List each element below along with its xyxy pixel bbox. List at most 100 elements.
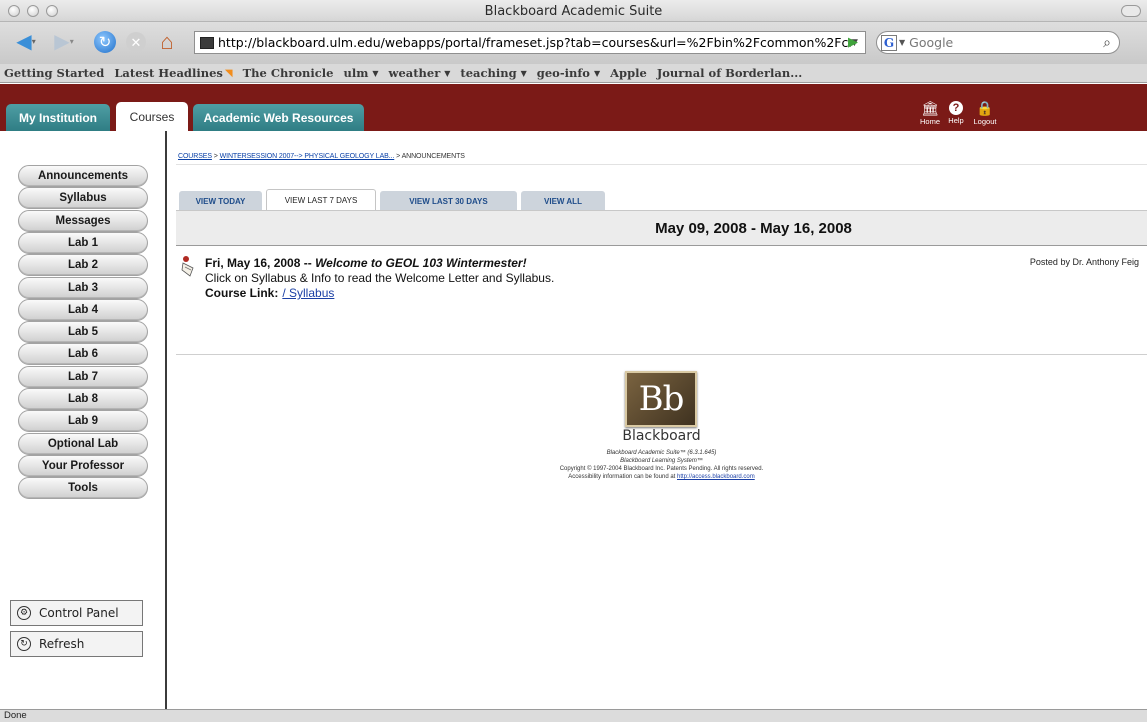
announcement-course-link-row: Course Link: / Syllabus [205, 286, 334, 300]
bookmark-item[interactable]: Apple [610, 66, 647, 80]
bookmark-menu-arrow-icon: ▼ [593, 68, 601, 78]
breadcrumb-course-link[interactable]: WINTERSESSION 2007--> PHYSICAL GEOLOGY L… [220, 153, 395, 160]
bookmark-item[interactable]: Latest Headlines ◥ [114, 66, 232, 80]
bookmark-label: geo-info [536, 66, 590, 80]
footer-accessibility: Accessibility information can be found a… [0, 473, 1147, 481]
bookmark-menu-arrow-icon: ▼ [520, 68, 527, 78]
footer-learning-system: Blackboard Learning System™ [620, 458, 703, 464]
breadcrumb-separator: > [211, 153, 220, 160]
institution-home-icon: 🏛 [921, 100, 939, 116]
home-icon: ⌂ [160, 29, 174, 54]
search-icon[interactable]: ⌕ [1103, 35, 1111, 51]
control-panel-icon: ⚙ [17, 606, 31, 620]
bookmark-menu-arrow-icon: ▼ [444, 68, 451, 78]
reload-button[interactable]: ↻ [92, 30, 118, 54]
sidebar-item-lab-3[interactable]: Lab 3 [18, 277, 148, 299]
sidebar-item-syllabus[interactable]: Syllabus [18, 187, 148, 209]
refresh-button[interactable]: ↻ Refresh [10, 631, 143, 657]
bookmark-item[interactable]: The Chronicle [243, 66, 334, 80]
home-button[interactable]: ⌂ [154, 30, 180, 54]
tab-courses[interactable]: Courses [116, 102, 188, 131]
search-box[interactable]: G ▼ Google ⌕ [876, 31, 1120, 54]
forward-dropdown-icon[interactable]: ▾ [70, 38, 74, 46]
breadcrumb-separator: > [394, 153, 402, 160]
site-favicon-icon [200, 36, 214, 49]
bookmark-label: Journal of Borderlan... [656, 66, 803, 80]
go-button[interactable]: ▶ [848, 34, 864, 50]
bookmark-item[interactable]: ulm ▼ [343, 66, 378, 80]
bookmark-item[interactable]: Getting Started [4, 66, 104, 80]
footer-product-version: Blackboard Academic Suite™ (6.3.1.645) [606, 450, 717, 456]
back-arrow-icon: ◀ [16, 31, 32, 53]
bookmark-item[interactable]: Journal of Borderlan... [657, 66, 802, 80]
header-home-link[interactable]: 🏛 Home [916, 100, 944, 126]
breadcrumb-divider [176, 164, 1147, 165]
blackboard-logo: Bb [625, 371, 697, 427]
blackboard-wordmark: Blackboard [622, 428, 701, 444]
status-bar: Done [0, 709, 1147, 722]
sidebar-item-messages[interactable]: Messages [18, 210, 148, 232]
announcement-subject: Welcome to GEOL 103 Wintermester! [315, 256, 527, 270]
breadcrumb-courses-link[interactable]: COURSES [178, 153, 212, 160]
course-menu-sidebar: Tools Your Professor Optional Lab Lab 9 Lab … [0, 131, 167, 709]
accessibility-text: Accessibility information can be found a… [568, 474, 677, 480]
control-panel-button[interactable]: ⚙ Control Panel [10, 600, 143, 626]
sidebar-item-lab-2[interactable]: Lab 2 [18, 254, 148, 276]
back-button[interactable]: ◀ ▾ [8, 30, 44, 54]
sidebar-item-lab-7[interactable]: Lab 7 [18, 366, 148, 388]
date-range-header: May 09, 2008 - May 16, 2008 [176, 211, 1147, 246]
bookmark-label: weather [388, 66, 441, 80]
footer-copyright: Copyright © 1997-2004 Blackboard Inc. Pa… [559, 466, 764, 472]
help-icon: ? [949, 101, 963, 115]
sidebar-item-lab-1[interactable]: Lab 1 [18, 232, 148, 254]
date-range-text: May 09, 2008 - May 16, 2008 [655, 219, 852, 237]
refresh-label: Refresh [39, 637, 85, 651]
course-link-label: Course Link: [205, 286, 279, 300]
tab-academic-web-resources[interactable]: Academic Web Resources [193, 104, 364, 131]
posted-by: Posted by Dr. Anthony Feig [1029, 257, 1139, 267]
bookmark-item[interactable]: geo-info ▼ [537, 66, 600, 80]
accessibility-link[interactable]: http://access.blackboard.com [677, 474, 755, 480]
announcement-heading: Fri, May 16, 2008 -- Welcome to GEOL 103… [205, 256, 527, 270]
home-label: Home [919, 117, 940, 126]
bookmark-label: Latest Headlines [114, 66, 223, 80]
tab-view-last-7-days[interactable]: VIEW LAST 7 DAYS [266, 189, 376, 211]
sidebar-item-lab-4[interactable]: Lab 4 [18, 299, 148, 321]
url-text[interactable]: http://blackboard.ulm.edu/webapps/portal… [218, 35, 851, 50]
bookmark-menu-arrow-icon: ▼ [372, 68, 379, 78]
bookmark-item[interactable]: weather ▼ [389, 66, 451, 80]
google-engine-icon[interactable]: G [881, 34, 897, 51]
bookmark-item[interactable]: teaching ▼ [460, 66, 526, 80]
padlock-icon: 🔒 [976, 100, 994, 116]
window-title: Blackboard Academic Suite [484, 4, 663, 19]
announcement-date: Fri, May 16, 2008 -- [205, 256, 316, 270]
bookmark-label: Apple [610, 66, 647, 80]
tab-view-last-30-days[interactable]: VIEW LAST 30 DAYS [380, 191, 517, 211]
stop-button[interactable]: ✕ [124, 30, 148, 54]
syllabus-link[interactable]: / Syllabus [282, 286, 334, 300]
search-placeholder[interactable]: Google [909, 35, 1103, 50]
bookmark-label: The Chronicle [242, 66, 334, 80]
bookmark-label: Getting Started [4, 66, 105, 80]
breadcrumb-current: ANNOUNCEMENTS [401, 153, 465, 160]
stop-icon: ✕ [126, 32, 146, 52]
toolbar-toggle-button[interactable] [1121, 5, 1141, 17]
forward-arrow-icon: ▶ [54, 31, 70, 53]
tab-view-all[interactable]: VIEW ALL [521, 191, 605, 211]
tab-my-institution[interactable]: My Institution [6, 104, 110, 131]
bookmark-label: ulm [343, 66, 369, 80]
header-logout-link[interactable]: 🔒 Logout [965, 100, 1005, 126]
bookmark-label: teaching [460, 66, 517, 80]
address-bar[interactable]: http://blackboard.ulm.edu/webapps/portal… [194, 31, 866, 54]
sidebar-item-lab-5[interactable]: Lab 5 [18, 321, 148, 343]
engine-dropdown-icon[interactable]: ▼ [899, 38, 905, 47]
sidebar-item-lab-8[interactable]: Lab 8 [18, 388, 148, 410]
rss-feed-icon: ◥ [224, 67, 233, 79]
tab-view-today[interactable]: VIEW TODAY [179, 191, 262, 211]
announcement-body: Click on Syllabus & Info to read the Wel… [205, 271, 555, 285]
forward-button[interactable]: ▶ ▾ [48, 30, 80, 54]
blackboard-header: My Institution Courses Academic Web Reso… [0, 84, 1147, 131]
sidebar-item-announcements[interactable]: Announcements [18, 165, 148, 187]
sidebar-item-lab-6[interactable]: Lab 6 [18, 343, 148, 365]
back-dropdown-icon[interactable]: ▾ [32, 38, 36, 46]
